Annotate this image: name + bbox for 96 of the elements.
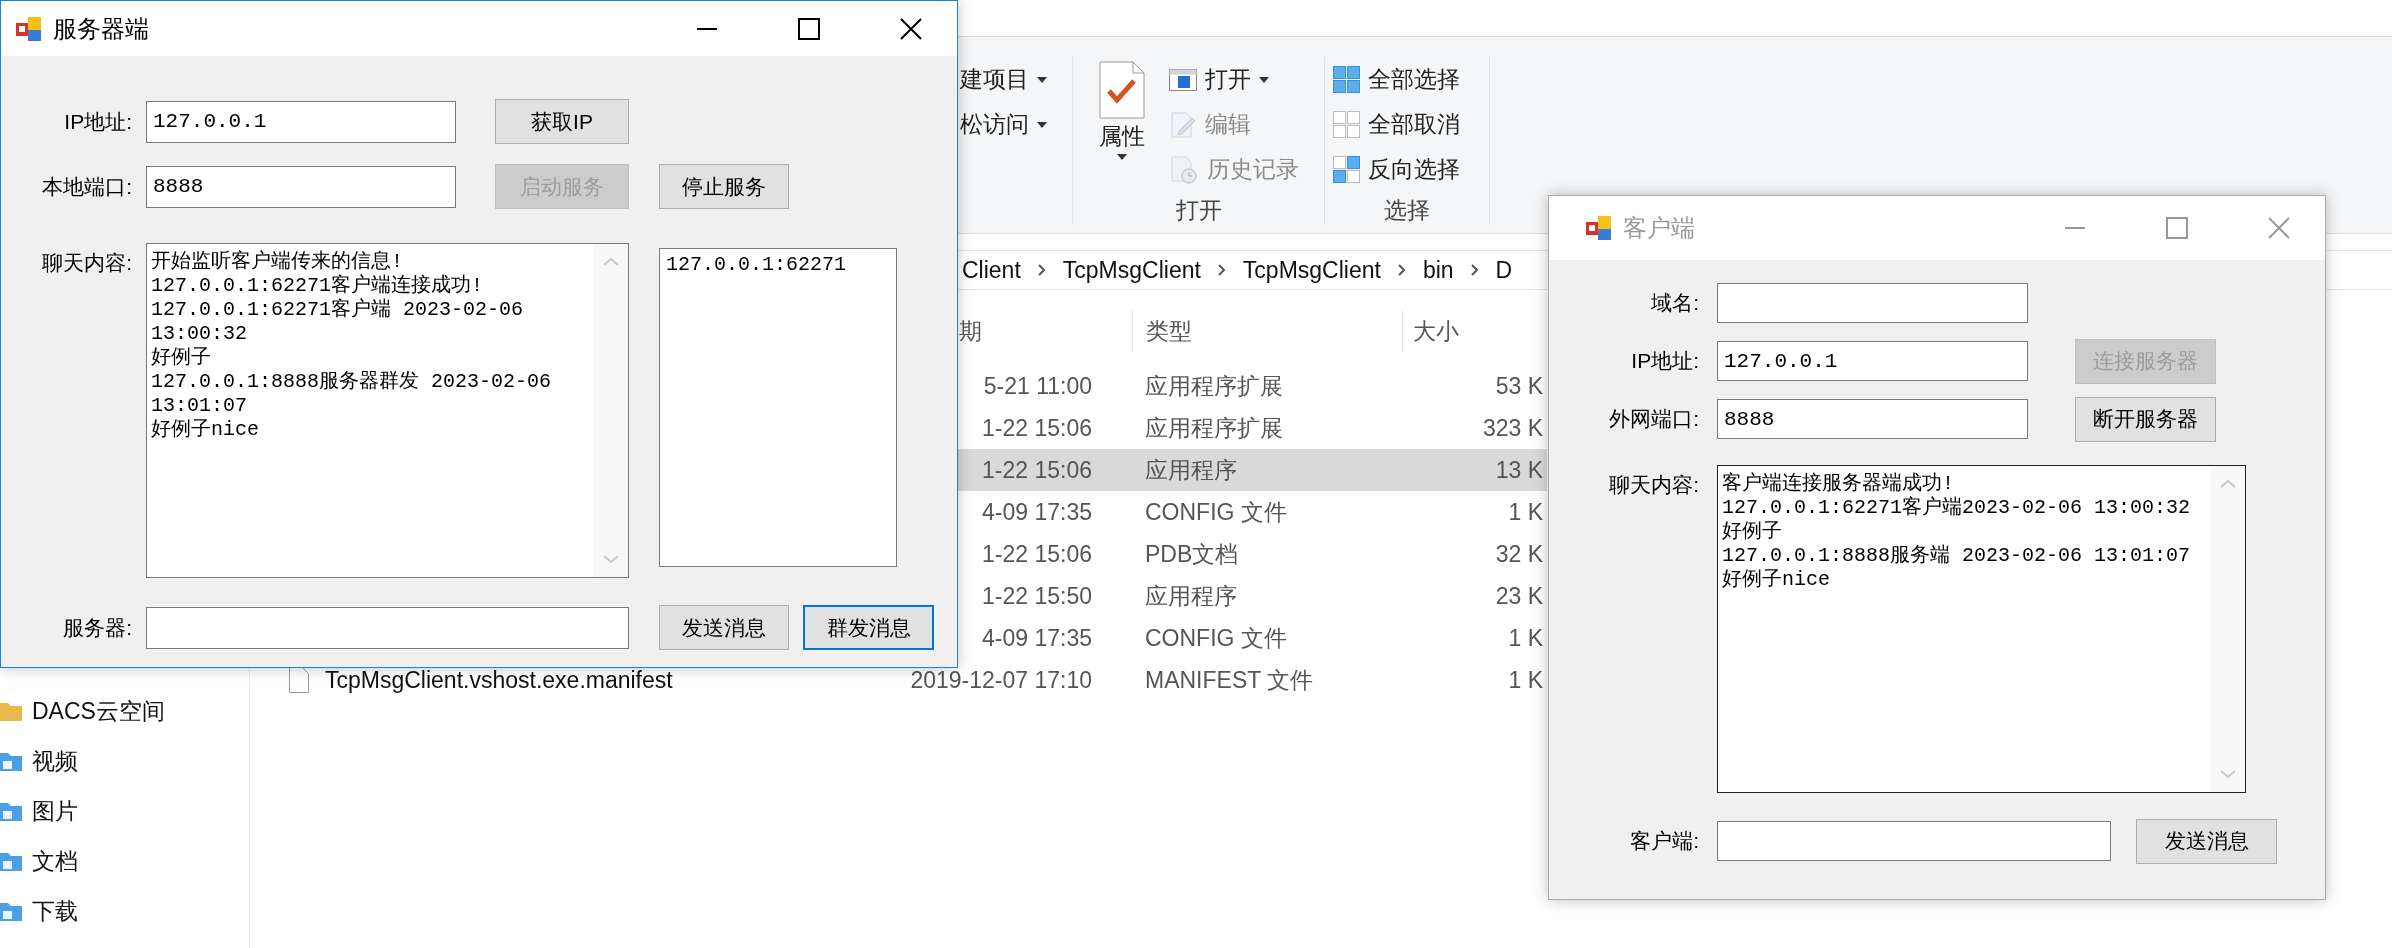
nav-item[interactable]: DACS云空间: [0, 686, 171, 736]
field-label: 聊天内容:: [41, 250, 133, 276]
field-label: 服务器:: [62, 614, 133, 641]
type-cell-text: 应用程序扩展: [1144, 371, 1284, 401]
size-cell-text: 323 K: [1481, 414, 1544, 442]
caret-icon: [1037, 76, 1047, 83]
button[interactable]: 停止服务: [659, 164, 789, 209]
date-cell: 5-21 11:00: [983, 372, 1092, 400]
select-all-icon: [1333, 66, 1360, 93]
field-label: IP地址:: [1630, 348, 1700, 374]
maximize-icon[interactable]: [798, 17, 820, 40]
column-header[interactable]: 类型: [1132, 310, 1402, 352]
window-icon: [1169, 68, 1197, 91]
button[interactable]: 群发消息: [803, 605, 934, 650]
size-cell-text: 13 K: [1494, 456, 1544, 484]
chat-log-text: 开始监听客户端传来的信息! 127.0.0.1:62271客户端连接成功! 127.0.0.1:62271客户端 2023-02-06 13:00:32 好例子 127.0.0.1:8888服务器群发 2023-02-06 13:01:07 好例子nice: [150, 249, 553, 443]
type-cell-text: 应用程序扩展: [1144, 413, 1284, 443]
size-cell-text: 1 K: [1507, 666, 1544, 694]
input-field[interactable]: 8888: [146, 165, 456, 208]
window-title: 服务器端: [53, 13, 150, 44]
chat-text-area[interactable]: 开始监听客户端传来的信息! 127.0.0.1:62271客户端连接成功! 127.0.0.1:62271客户端 2023-02-06 13:00:32 好例子 127.0.0.1:8888服务器群发 2023-02-06 13:01:07 好例子nice: [146, 243, 629, 578]
column-header[interactable]: 期: [959, 315, 982, 347]
button[interactable]: 获取IP: [495, 99, 629, 144]
date-cell: 1-22 15:50: [982, 582, 1092, 610]
properties-button[interactable]: 属性: [1099, 57, 1145, 195]
ribbon-item[interactable]: 全部选择: [1333, 57, 1460, 102]
caret-icon: [1259, 76, 1269, 83]
file-row[interactable]: TcpMsgClient.vshost.exe.manifest 2019-12-07 17:10 MANIFEST 文件 1 K: [250, 659, 1547, 701]
group-label: 选择: [1383, 196, 1431, 225]
list-item[interactable]: 127.0.0.1:62271: [666, 253, 847, 276]
field-label: 外网端口:: [1608, 406, 1700, 432]
nav-item[interactable]: 文档: [0, 836, 84, 886]
type-cell-text: PDB文档: [1144, 539, 1240, 569]
scroll-up-icon: [2219, 478, 2237, 490]
date-cell: 1-22 15:06: [982, 456, 1092, 484]
breadcrumb-item[interactable]: TcpMsgClient: [1242, 256, 1381, 284]
scroll-up-icon: [602, 256, 620, 268]
breadcrumb-item[interactable]: D: [1495, 256, 1513, 284]
close-icon[interactable]: [900, 17, 922, 40]
ribbon-item[interactable]: 打开: [1169, 57, 1299, 102]
scrollbar[interactable]: [594, 244, 628, 577]
select-none-icon: [1333, 111, 1360, 138]
breadcrumb-item[interactable]: Client: [962, 256, 1021, 284]
chevron-right-icon: [1396, 263, 1407, 277]
chevron-right-icon: [1216, 263, 1227, 277]
app-icon: [1585, 214, 1613, 242]
field-label: 域名:: [1650, 290, 1700, 316]
field-label: 本地端口:: [41, 173, 133, 200]
ribbon-item[interactable]: 反向选择: [1333, 147, 1460, 192]
date-cell: 2019-12-07 17:10: [910, 666, 1092, 694]
pencil-icon: [1169, 110, 1197, 139]
date-cell: 1-22 15:06: [982, 414, 1092, 442]
type-cell-text: CONFIG 文件: [1144, 497, 1288, 527]
type-cell-text: 应用程序: [1144, 581, 1238, 611]
caret-icon: [1037, 121, 1047, 128]
checked-document-icon: [1099, 61, 1145, 119]
date-cell: 1-22 15:06: [982, 540, 1092, 568]
ribbon-item[interactable]: 建项目: [960, 57, 1047, 102]
file-name: TcpMsgClient.vshost.exe.manifest: [325, 666, 673, 694]
nav-item[interactable]: 图片: [0, 786, 84, 836]
app-icon: [15, 14, 43, 43]
size-cell-text: 53 K: [1494, 372, 1544, 400]
caret-icon: [1117, 154, 1127, 160]
invert-selection-icon: [1333, 156, 1360, 183]
type-cell-text: CONFIG 文件: [1144, 623, 1288, 653]
nav-item[interactable]: 视频: [0, 736, 84, 786]
chevron-right-icon: [1469, 263, 1480, 277]
field-label: IP地址:: [63, 108, 133, 135]
window-title: 客户端: [1623, 213, 1696, 243]
button[interactable]: 发送消息: [659, 605, 789, 650]
scroll-down-icon: [602, 553, 620, 565]
group-label: 打开: [1174, 196, 1223, 225]
breadcrumb-item[interactable]: TcpMsgClient: [1062, 256, 1201, 284]
input-field[interactable]: [146, 606, 629, 649]
nav-item[interactable]: 下载: [0, 886, 84, 936]
size-cell-text: 32 K: [1494, 540, 1544, 568]
history-icon: [1169, 154, 1199, 185]
file-icon: [289, 667, 309, 693]
breadcrumb-item[interactable]: bin: [1422, 256, 1454, 284]
field-label: 聊天内容:: [1608, 472, 1700, 498]
ribbon-item[interactable]: 全部取消: [1333, 102, 1460, 147]
chevron-right-icon: [1036, 263, 1047, 277]
size-cell-text: 1 K: [1507, 624, 1544, 652]
ribbon-item[interactable]: 松访问: [960, 102, 1047, 147]
column-header[interactable]: 大小: [1402, 310, 1547, 352]
field-label: 客户端:: [1629, 828, 1700, 854]
type-cell-text: 应用程序: [1144, 455, 1238, 485]
chat-log-text: 客户端连接服务器端成功! 127.0.0.1:62271客户端2023-02-06 13:00:32 好例子 127.0.0.1:8888服务端 2023-02-06 13:01:07 好例子nice: [1721, 471, 2192, 593]
date-cell: 4-09 17:35: [982, 498, 1092, 526]
size-cell-text: 23 K: [1494, 582, 1544, 610]
type-cell-text: MANIFEST 文件: [1144, 665, 1315, 695]
input-field[interactable]: 127.0.0.1: [146, 100, 456, 143]
size-cell-text: 1 K: [1507, 498, 1544, 526]
scroll-down-icon: [2219, 768, 2237, 780]
date-cell: 4-09 17:35: [982, 624, 1092, 652]
folder-icon: [0, 700, 22, 722]
